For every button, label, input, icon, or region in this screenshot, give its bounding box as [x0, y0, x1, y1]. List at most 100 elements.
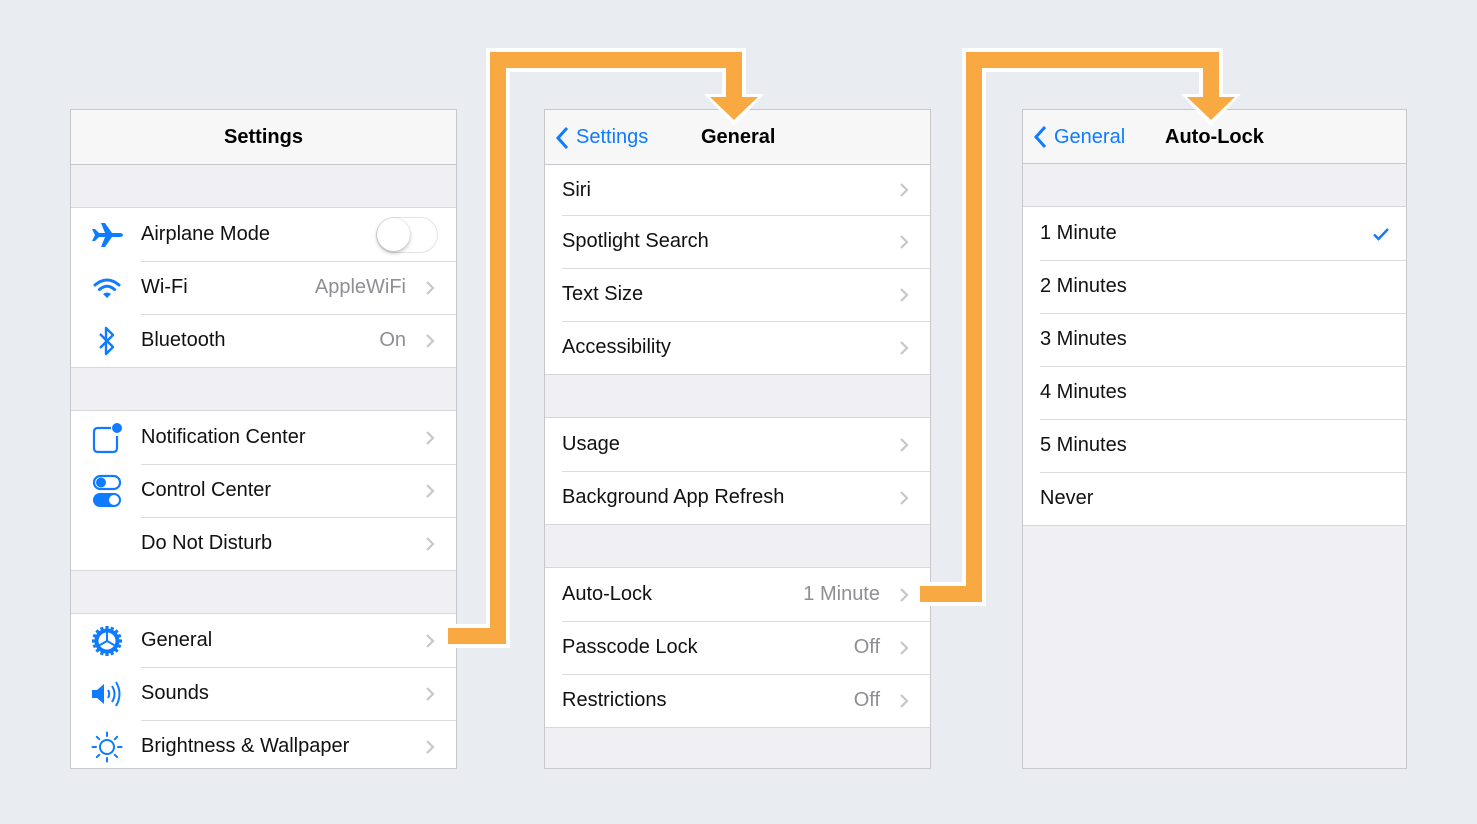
- chevron-right-icon: [892, 182, 916, 198]
- general-row-usage[interactable]: Usage: [545, 418, 930, 471]
- auto-lock-option[interactable]: 4 Minutes: [1023, 366, 1406, 419]
- page-title: Auto-Lock: [1165, 126, 1264, 148]
- airplane-icon: [71, 208, 141, 261]
- page-title: General: [701, 126, 776, 148]
- bluetooth-status-value: On: [379, 329, 406, 351]
- row-label: Notification Center: [141, 426, 306, 448]
- row-label: Accessibility: [562, 336, 671, 358]
- row-label: Sounds: [141, 682, 209, 704]
- chevron-right-icon: [418, 739, 442, 755]
- row-label: Spotlight Search: [562, 230, 709, 252]
- settings-row-brightness-wallpaper[interactable]: Brightness & Wallpaper: [71, 720, 456, 768]
- moon-icon: [71, 517, 141, 570]
- chevron-right-icon: [892, 693, 916, 709]
- auto-lock-value: 1 Minute: [803, 583, 880, 605]
- control-center-icon: [71, 464, 141, 517]
- option-label: 4 Minutes: [1040, 381, 1127, 403]
- chevron-right-icon: [418, 333, 442, 349]
- option-label: 2 Minutes: [1040, 275, 1127, 297]
- chevron-right-icon: [418, 430, 442, 446]
- back-to-settings-button[interactable]: Settings: [555, 110, 648, 165]
- general-group-3: Auto-Lock 1 Minute Passcode Lock Off Res…: [545, 567, 930, 728]
- back-button-label: Settings: [576, 126, 649, 148]
- chevron-right-icon: [892, 340, 916, 356]
- chevron-left-icon: [1033, 125, 1047, 149]
- general-row-text-size[interactable]: Text Size: [545, 268, 930, 321]
- bluetooth-icon: [71, 314, 141, 367]
- gear-icon: [71, 614, 141, 667]
- general-row-restrictions[interactable]: Restrictions Off: [545, 674, 930, 727]
- chevron-right-icon: [418, 483, 442, 499]
- auto-lock-option[interactable]: 2 Minutes: [1023, 260, 1406, 313]
- general-row-passcode-lock[interactable]: Passcode Lock Off: [545, 621, 930, 674]
- row-label: Usage: [562, 433, 620, 455]
- chevron-right-icon: [892, 587, 916, 603]
- row-label: Bluetooth: [141, 329, 226, 351]
- settings-navbar: Settings: [71, 110, 456, 165]
- toggle-knob: [377, 217, 410, 251]
- chevron-right-icon: [892, 640, 916, 656]
- settings-group-connectivity: Airplane Mode Wi-Fi AppleWiFi Bluetooth …: [71, 207, 456, 368]
- row-label: Auto-Lock: [562, 583, 653, 605]
- row-label: Brightness & Wallpaper: [141, 735, 350, 757]
- settings-row-wifi[interactable]: Wi-Fi AppleWiFi: [71, 261, 456, 314]
- settings-row-bluetooth[interactable]: Bluetooth On: [71, 314, 456, 367]
- auto-lock-option[interactable]: Never: [1023, 472, 1406, 525]
- auto-lock-option[interactable]: 3 Minutes: [1023, 313, 1406, 366]
- sun-icon: [71, 720, 141, 768]
- auto-lock-option[interactable]: 5 Minutes: [1023, 419, 1406, 472]
- back-to-general-button[interactable]: General: [1033, 110, 1125, 164]
- row-label: General: [141, 629, 213, 651]
- chevron-left-icon: [555, 126, 569, 149]
- checkmark-icon: [1372, 227, 1390, 241]
- chevron-right-icon: [418, 536, 442, 552]
- restrictions-value: Off: [853, 689, 880, 711]
- settings-group-system: General Sounds Brightness & Wallpaper: [71, 613, 456, 768]
- settings-row-airplane-mode[interactable]: Airplane Mode: [71, 208, 456, 261]
- chevron-right-icon: [892, 490, 916, 506]
- row-label: Passcode Lock: [562, 636, 698, 658]
- page-title: Settings: [224, 126, 303, 148]
- settings-group-centers: Notification Center Control Center Do No…: [71, 410, 456, 571]
- chevron-right-icon: [892, 437, 916, 453]
- settings-row-general[interactable]: General: [71, 614, 456, 667]
- settings-row-control-center[interactable]: Control Center: [71, 464, 456, 517]
- option-label: 1 Minute: [1040, 222, 1117, 244]
- general-row-accessibility[interactable]: Accessibility: [545, 321, 930, 374]
- general-group-2: Usage Background App Refresh: [545, 417, 930, 525]
- row-label: Do Not Disturb: [141, 532, 273, 554]
- row-label: Siri: [562, 178, 591, 201]
- chevron-right-icon: [418, 686, 442, 702]
- airplane-mode-toggle[interactable]: [376, 216, 438, 253]
- speaker-icon: [71, 667, 141, 720]
- auto-lock-option[interactable]: 1 Minute: [1023, 207, 1406, 260]
- general-row-background-app-refresh[interactable]: Background App Refresh: [545, 471, 930, 524]
- row-label: Control Center: [141, 479, 272, 501]
- auto-lock-screen: General Auto-Lock 1 Minute 2 Minutes 3 M…: [1022, 109, 1407, 769]
- chevron-right-icon: [418, 633, 442, 649]
- row-label: Text Size: [562, 283, 644, 305]
- wifi-icon: [71, 261, 141, 314]
- chevron-right-icon: [892, 234, 916, 250]
- row-label: Wi-Fi: [141, 276, 188, 298]
- general-row-siri[interactable]: Siri: [545, 165, 930, 215]
- row-label: Background App Refresh: [562, 486, 785, 508]
- option-label: 5 Minutes: [1040, 434, 1127, 456]
- chevron-right-icon: [892, 287, 916, 303]
- chevron-right-icon: [418, 280, 442, 296]
- option-label: 3 Minutes: [1040, 328, 1127, 350]
- auto-lock-options: 1 Minute 2 Minutes 3 Minutes 4 Minutes 5…: [1023, 206, 1406, 526]
- settings-row-sounds[interactable]: Sounds: [71, 667, 456, 720]
- passcode-lock-value: Off: [853, 636, 880, 658]
- row-label: Airplane Mode: [141, 223, 270, 245]
- general-row-auto-lock[interactable]: Auto-Lock 1 Minute: [545, 568, 930, 621]
- settings-screen: Settings Airplane Mode Wi-Fi AppleWiFi B…: [70, 109, 457, 769]
- wifi-network-value: AppleWiFi: [314, 276, 406, 298]
- row-label: Restrictions: [562, 689, 667, 711]
- general-row-spotlight-search[interactable]: Spotlight Search: [545, 215, 930, 268]
- notification-center-icon: [71, 411, 141, 464]
- option-label: Never: [1040, 487, 1094, 509]
- settings-row-do-not-disturb[interactable]: Do Not Disturb: [71, 517, 456, 570]
- general-navbar: Settings General: [545, 110, 930, 165]
- settings-row-notification-center[interactable]: Notification Center: [71, 411, 456, 464]
